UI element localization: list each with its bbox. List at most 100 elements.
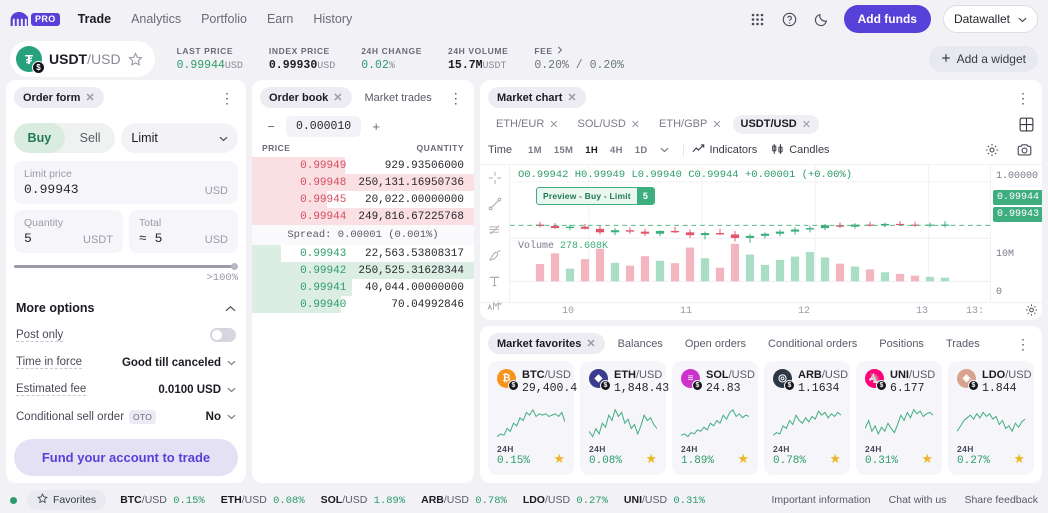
chart-tab-usdt-usd[interactable]: USDT/USD ✕ [732, 115, 819, 134]
stat-fee[interactable]: FEE 0.20% / 0.20% [534, 46, 624, 72]
order-preview-marker[interactable]: Preview - Buy - Limit 5 [536, 187, 655, 205]
tab-market-trades[interactable]: Market trades [356, 88, 441, 108]
favorite-card-arb[interactable]: ◎ $ ARB/USD 1.1634 24H 0.78% ★ [764, 361, 850, 475]
timeframe-1h[interactable]: 1H [579, 142, 604, 159]
star-filled-icon[interactable]: ★ [737, 451, 749, 467]
status-ticker-uni[interactable]: UNI/USD 0.31% [624, 494, 705, 507]
fib-retracement-icon[interactable] [488, 223, 502, 237]
star-filled-icon[interactable]: ★ [553, 451, 565, 467]
trendline-icon[interactable] [488, 197, 502, 211]
price-axis[interactable]: 1.00000 0.99944 0.99943 10M 0 [990, 165, 1042, 302]
side-sell[interactable]: Sell [65, 123, 116, 153]
order-type-select[interactable]: Limit [121, 123, 238, 153]
time-axis[interactable]: 10 11 12 13 13: [480, 302, 1042, 320]
table-row[interactable]: 0.99941 40,044.00000000 [252, 279, 474, 296]
tab-order-form[interactable]: Order form ✕ [14, 87, 104, 108]
status-ticker-ldo[interactable]: LDO/USD 0.27% [523, 494, 608, 507]
status-ticker-eth[interactable]: ETH/USD 0.08% [221, 494, 305, 507]
time-in-force-row[interactable]: Time in force Good till canceled [6, 349, 246, 376]
star-filled-icon[interactable]: ★ [1013, 451, 1025, 467]
depth-increase-button[interactable]: + [365, 115, 387, 137]
close-icon[interactable]: ✕ [712, 118, 721, 131]
bottom-panel-menu-icon[interactable]: ⋮ [1012, 337, 1034, 351]
close-icon[interactable]: ✕ [631, 118, 640, 131]
chart-tab-eth-gbp[interactable]: ETH/GBP ✕ [651, 115, 730, 134]
candlestick-chart[interactable]: O0.99942 H0.99949 L0.99940 C0.99944 +0.0… [510, 165, 990, 302]
help-circle-icon[interactable] [780, 9, 800, 29]
wallet-selector[interactable]: Datawallet [942, 5, 1038, 33]
status-ticker-sol[interactable]: SOL/USD 1.89% [321, 494, 406, 507]
favorite-card-btc[interactable]: ₿ $ BTC/USD 29,400.4 24H 0.15% ★ [488, 361, 577, 475]
nav-link-trade[interactable]: Trade [78, 12, 111, 26]
star-outline-icon[interactable] [127, 51, 143, 67]
close-icon[interactable]: ✕ [586, 337, 595, 350]
star-filled-icon[interactable]: ★ [921, 451, 933, 467]
chart-menu-icon[interactable]: ⋮ [1012, 91, 1034, 105]
grid-layout-icon[interactable] [1019, 117, 1034, 132]
table-row[interactable]: 0.99948 250,131.16950736 [252, 174, 474, 191]
candles-button[interactable]: Candles [771, 143, 830, 158]
table-row[interactable]: 0.99940 70.04992846 [252, 296, 474, 313]
brand-logo[interactable]: PRO [10, 12, 60, 26]
indicators-button[interactable]: Indicators [692, 143, 757, 157]
close-icon[interactable]: ✕ [333, 91, 342, 104]
depth-value[interactable]: 0.000010 [286, 115, 362, 137]
favorite-card-sol[interactable]: ≡ $ SOL/USD 24.83 24H 1.89% ★ [672, 361, 758, 475]
timeframe-more-icon[interactable] [654, 142, 675, 159]
star-filled-icon[interactable]: ★ [829, 451, 841, 467]
total-field[interactable]: Total ≈ 5 USD [129, 210, 238, 253]
timeframe-1m[interactable]: 1M [522, 142, 548, 159]
order-form-menu-icon[interactable]: ⋮ [216, 91, 238, 105]
post-only-toggle[interactable] [210, 328, 236, 342]
timeframe-4h[interactable]: 4H [604, 142, 629, 159]
estimated-fee-row[interactable]: Estimated fee 0.0100 USD [6, 376, 246, 403]
add-funds-button[interactable]: Add funds [843, 5, 931, 33]
chart-settings-icon[interactable] [1025, 303, 1038, 320]
star-filled-icon[interactable]: ★ [645, 451, 657, 467]
chart-tab-sol-usd[interactable]: SOL/USD ✕ [570, 115, 649, 134]
close-icon[interactable]: ✕ [567, 91, 576, 104]
timeframe-1d[interactable]: 1D [629, 142, 654, 159]
table-row[interactable]: 0.99945 20,022.00000000 [252, 191, 474, 208]
grid-apps-icon[interactable] [748, 9, 768, 29]
tab-order-book[interactable]: Order book ✕ [260, 87, 352, 108]
timeframe-15m[interactable]: 15M [548, 142, 579, 159]
side-buy[interactable]: Buy [14, 123, 65, 153]
limit-price-field[interactable]: Limit price 0.99943 USD [14, 161, 238, 204]
close-icon[interactable]: ✕ [802, 118, 811, 131]
link-share-feedback[interactable]: Share feedback [964, 494, 1038, 506]
chart-tab-eth-eur[interactable]: ETH/EUR ✕ [488, 115, 567, 134]
link-important-information[interactable]: Important information [771, 494, 870, 506]
table-row[interactable]: 0.99944 249,816.67225768 [252, 208, 474, 225]
favorite-card-eth[interactable]: ◆ $ ETH/USD 1,848.43 24H 0.08% ★ [580, 361, 669, 475]
tab-positions[interactable]: Positions [870, 334, 933, 354]
amount-slider[interactable]: >100% [14, 263, 238, 284]
text-tool-icon[interactable] [488, 275, 501, 288]
pair-selector[interactable]: ₮ $ USDT/USD [10, 41, 155, 77]
add-widget-button[interactable]: Add a widget [928, 46, 1038, 72]
nav-link-portfolio[interactable]: Portfolio [201, 12, 247, 26]
favorite-card-ldo[interactable]: ◈ $ LDO/USD 1.844 24H 0.27% ★ [948, 361, 1034, 475]
gear-icon[interactable] [982, 140, 1002, 160]
brush-icon[interactable] [488, 249, 502, 263]
status-ticker-arb[interactable]: ARB/USD 0.78% [421, 494, 507, 507]
depth-decrease-button[interactable]: − [260, 115, 282, 137]
status-ticker-btc[interactable]: BTC/USD 0.15% [120, 494, 205, 507]
close-icon[interactable]: ✕ [85, 91, 94, 104]
tab-open-orders[interactable]: Open orders [676, 334, 755, 354]
tab-trades[interactable]: Trades [937, 334, 989, 354]
table-row[interactable]: 0.99949 929.93506000 [252, 157, 474, 174]
quantity-field[interactable]: Quantity 5 USDT [14, 210, 123, 253]
favorite-card-uni[interactable]: 🦄 $ UNI/USD 6.177 24H 0.31% ★ [856, 361, 942, 475]
nav-link-history[interactable]: History [313, 12, 352, 26]
moon-icon[interactable] [812, 9, 832, 29]
tab-market-chart[interactable]: Market chart ✕ [488, 87, 586, 108]
tab-market-favorites[interactable]: Market favorites ✕ [488, 333, 605, 354]
more-options-toggle[interactable]: More options [6, 292, 246, 321]
close-icon[interactable]: ✕ [549, 118, 558, 131]
slider-track[interactable] [14, 263, 238, 270]
link-chat-with-us[interactable]: Chat with us [889, 494, 947, 506]
nav-link-analytics[interactable]: Analytics [131, 12, 181, 26]
table-row[interactable]: 0.99943 22,563.53808317 [252, 245, 474, 262]
slider-knob[interactable] [231, 263, 238, 270]
